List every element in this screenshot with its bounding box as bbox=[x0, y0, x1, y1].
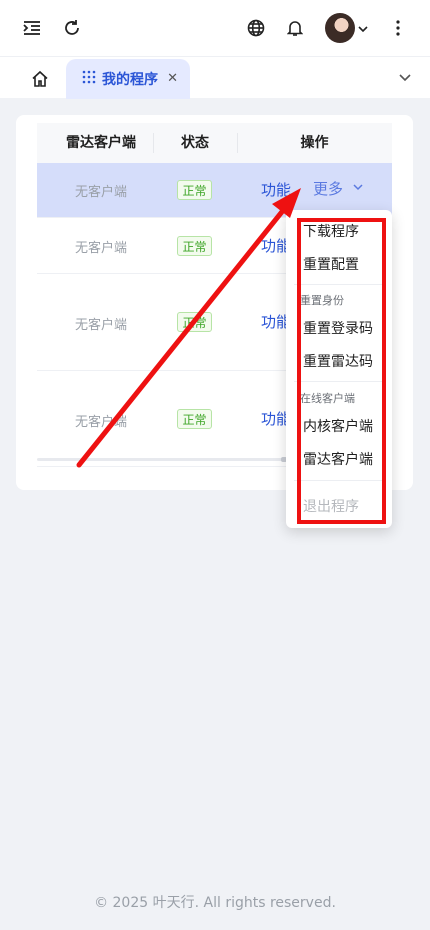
status-badge: 正常 bbox=[177, 312, 212, 332]
menu-item-reset-login-code[interactable]: 重置登录码 bbox=[303, 318, 373, 338]
tabs-bar: 我的程序 ✕ bbox=[0, 56, 430, 99]
function-link[interactable]: 功能 bbox=[261, 179, 291, 200]
client-cell: 无客户端 bbox=[74, 185, 127, 200]
menu-item-download[interactable]: 下载程序 bbox=[303, 221, 359, 241]
more-dropdown-menu: 下载程序 重置配置 重置身份 重置登录码 重置雷达码 在线客户端 内核客户端 雷… bbox=[286, 210, 392, 528]
refresh-icon[interactable] bbox=[58, 14, 86, 42]
status-badge: 正常 bbox=[177, 236, 212, 256]
chevron-down-icon[interactable] bbox=[398, 69, 412, 88]
status-badge: 正常 bbox=[177, 409, 212, 429]
globe-icon[interactable] bbox=[242, 14, 270, 42]
menu-indent-icon[interactable] bbox=[18, 14, 46, 42]
chevron-down-icon[interactable] bbox=[357, 20, 369, 39]
close-icon[interactable]: ✕ bbox=[167, 71, 178, 86]
header-actions: 操作 bbox=[300, 135, 329, 151]
grid-dots-icon bbox=[82, 70, 96, 88]
menu-item-reset-config[interactable]: 重置配置 bbox=[303, 254, 359, 274]
tab-my-programs[interactable]: 我的程序 ✕ bbox=[66, 59, 190, 99]
tab-label: 我的程序 bbox=[102, 72, 158, 88]
status-badge: 正常 bbox=[177, 180, 212, 200]
header-status: 状态 bbox=[181, 135, 209, 151]
home-icon[interactable] bbox=[22, 65, 58, 93]
table-header: 雷达客户端 状态 操作 bbox=[37, 123, 392, 163]
footer-copyright: © 2025 叶天行. All rights reserved. bbox=[94, 895, 336, 911]
more-vertical-icon[interactable] bbox=[384, 14, 412, 42]
chevron-down-icon[interactable] bbox=[352, 181, 364, 196]
bell-icon[interactable] bbox=[281, 14, 309, 42]
menu-item-radar-client[interactable]: 雷达客户端 bbox=[303, 449, 373, 469]
more-link[interactable]: 更多 bbox=[313, 178, 343, 199]
menu-group-online-clients: 在线客户端 bbox=[300, 392, 355, 405]
client-cell: 无客户端 bbox=[74, 318, 127, 333]
top-bar bbox=[0, 0, 430, 56]
avatar[interactable] bbox=[325, 13, 355, 43]
menu-group-reset-identity: 重置身份 bbox=[300, 294, 344, 307]
client-cell: 无客户端 bbox=[74, 241, 127, 256]
header-client: 雷达客户端 bbox=[66, 135, 136, 151]
menu-item-kernel-client[interactable]: 内核客户端 bbox=[303, 416, 373, 436]
menu-item-exit: 退出程序 bbox=[303, 499, 359, 515]
client-cell: 无客户端 bbox=[74, 415, 127, 430]
menu-item-reset-radar-code[interactable]: 重置雷达码 bbox=[303, 351, 373, 371]
